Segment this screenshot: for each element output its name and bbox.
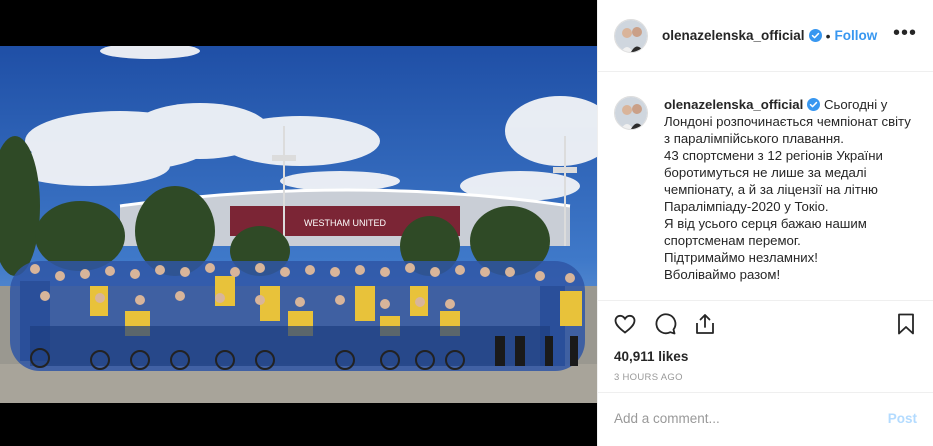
- team-photo-image: WESTHAM UNITED: [0, 46, 597, 403]
- follow-button[interactable]: Follow: [834, 28, 877, 43]
- avatar[interactable]: [614, 18, 648, 53]
- caption-text-block: olenazelenska_official Сьогодні у Лондон…: [664, 96, 917, 300]
- verified-badge-icon: [808, 29, 822, 42]
- save-button[interactable]: [891, 309, 921, 339]
- post-photo[interactable]: WESTHAM UNITED: [0, 0, 597, 446]
- post-timestamp[interactable]: 3 HOURS AGO: [598, 367, 933, 393]
- more-options-button[interactable]: •••: [893, 23, 917, 49]
- post-comment-button[interactable]: Post: [888, 411, 917, 426]
- instagram-post: WESTHAM UNITED olenazelenska_official • …: [0, 0, 933, 446]
- like-button[interactable]: [610, 309, 640, 339]
- header-username[interactable]: olenazelenska_official: [662, 28, 805, 43]
- share-button[interactable]: [690, 309, 720, 339]
- caption-text: Сьогодні у Лондоні розпочинається чемпіо…: [664, 97, 911, 282]
- caption-username[interactable]: olenazelenska_official: [664, 97, 803, 112]
- separator-dot: •: [825, 27, 831, 44]
- bookmark-icon: [898, 313, 914, 335]
- likes-count[interactable]: 40,911 likes: [598, 347, 933, 367]
- share-icon: [696, 314, 714, 334]
- comment-button[interactable]: [650, 309, 680, 339]
- caption-section: olenazelenska_official Сьогодні у Лондон…: [598, 72, 933, 301]
- comment-icon: [655, 313, 677, 335]
- heart-icon: [614, 314, 636, 334]
- caption-verified-badge-icon: [807, 98, 821, 111]
- action-bar: [598, 301, 933, 347]
- add-comment-bar: Post: [598, 393, 933, 444]
- post-sidebar: olenazelenska_official • Follow ••• olen…: [597, 0, 933, 446]
- stadium-sign: WESTHAM UNITED: [304, 218, 386, 228]
- caption-avatar[interactable]: [614, 96, 648, 130]
- comment-input[interactable]: [614, 411, 888, 426]
- post-header: olenazelenska_official • Follow •••: [598, 0, 933, 72]
